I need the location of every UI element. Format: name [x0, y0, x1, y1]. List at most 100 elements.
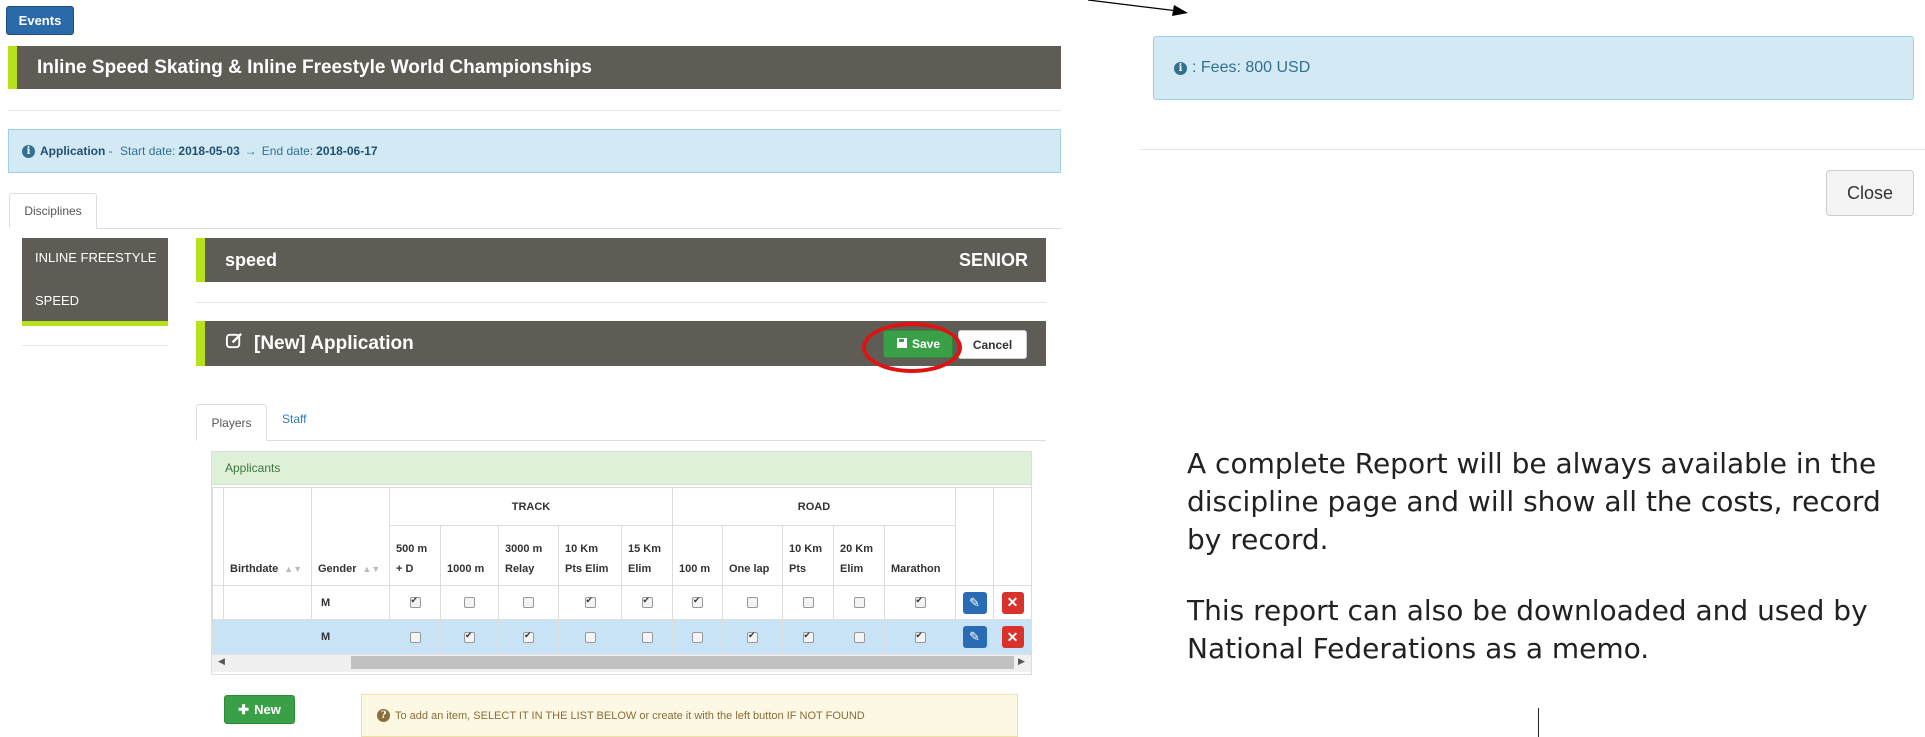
event-cell: [558, 619, 622, 655]
event-cell: [440, 619, 499, 655]
event-checkbox[interactable]: [409, 631, 421, 643]
table-row[interactable]: M ✎ ✕: [212, 619, 1032, 655]
column-gender[interactable]: Gender ▲▼: [311, 487, 390, 586]
event-cell: [722, 585, 783, 620]
pointer-line: [1538, 708, 1539, 737]
delete-cell: ✕: [993, 619, 1032, 655]
row-handle: [212, 619, 224, 655]
start-date: 2018-05-03: [178, 144, 240, 158]
tab-players[interactable]: Players: [196, 404, 267, 441]
event-checkbox[interactable]: [464, 597, 475, 609]
event-checkbox[interactable]: [802, 630, 814, 643]
end-date: 2018-06-17: [316, 144, 378, 158]
arrow-right-icon: →: [244, 144, 257, 158]
start-date-label: Start date:: [120, 144, 176, 158]
event-cell: [672, 619, 723, 655]
applicants-table: Birthdate ▲▼ Gender ▲▼ TRACK ROAD 500 m + D…: [212, 487, 1032, 655]
tab-staff[interactable]: Staff: [282, 412, 306, 426]
divider: [8, 110, 1061, 111]
end-date-label: End date:: [261, 144, 314, 158]
column-event: Marathon: [884, 525, 956, 586]
event-checkbox[interactable]: [853, 631, 865, 643]
birthdate-cell: [223, 585, 312, 620]
event-checkbox[interactable]: [802, 597, 814, 609]
event-cell: [558, 585, 622, 620]
delete-cell: ✕: [993, 585, 1032, 620]
event-checkbox[interactable]: [914, 595, 926, 609]
application-title: [New] Application: [254, 332, 414, 354]
discipline-header: speed SENIOR: [196, 238, 1046, 282]
event-checkbox[interactable]: [523, 630, 534, 643]
new-label: New: [254, 702, 281, 717]
event-cell: [440, 585, 499, 620]
event-checkbox[interactable]: [523, 597, 534, 609]
event-checkbox[interactable]: [692, 631, 703, 643]
pointer-arrow: [1088, 0, 1188, 16]
event-cell: [672, 585, 723, 620]
edit-row-button[interactable]: ✎: [962, 626, 987, 648]
event-cell: [884, 619, 956, 655]
close-icon: ✕: [1006, 628, 1019, 645]
cancel-button[interactable]: Cancel: [958, 330, 1027, 359]
scroll-left-icon[interactable]: ◀: [218, 656, 225, 667]
event-checkbox[interactable]: [464, 630, 475, 643]
column-event: 100 m: [672, 525, 723, 586]
event-checkbox[interactable]: [584, 631, 596, 643]
info-icon: i: [1174, 61, 1187, 75]
event-checkbox[interactable]: [584, 595, 596, 609]
event-checkbox[interactable]: [641, 631, 653, 643]
sidebar-item-speed[interactable]: SPEED: [35, 293, 79, 308]
column-birthdate[interactable]: Birthdate ▲▼: [223, 487, 312, 586]
tab-disciplines[interactable]: Disciplines: [9, 193, 97, 229]
column-event: 20 Km Elim: [833, 525, 885, 586]
event-cell: [833, 585, 885, 620]
separator: -: [105, 144, 117, 158]
table-row[interactable]: M ✎ ✕: [212, 585, 1032, 620]
close-icon: ✕: [1006, 594, 1019, 610]
scroll-right-icon[interactable]: ▶: [1018, 656, 1025, 667]
event-cell: [498, 585, 559, 620]
column-handle: [212, 487, 224, 586]
application-info: i Application - Start date: 2018-05-03 →…: [8, 129, 1061, 173]
event-cell: [884, 585, 956, 620]
event-cell: [621, 585, 673, 620]
event-checkbox[interactable]: [409, 595, 421, 609]
fees-text: : Fees: 800 USD: [1192, 59, 1311, 76]
event-cell: [833, 619, 885, 655]
annotation-download-text: This report can also be downloaded and u…: [1187, 594, 1868, 665]
divider: [196, 302, 1046, 303]
new-button[interactable]: ✚ New: [224, 695, 295, 724]
event-checkbox[interactable]: [747, 597, 758, 609]
event-cell: [389, 619, 441, 655]
modal-divider: [1140, 149, 1925, 150]
column-delete: [993, 487, 1032, 586]
column-event: 15 Km Elim: [621, 525, 673, 586]
delete-row-button[interactable]: ✕: [1001, 626, 1024, 648]
hint-text: To add an item, SELECT IT IN THE LIST BE…: [395, 709, 865, 722]
event-checkbox[interactable]: [692, 595, 703, 609]
event-checkbox[interactable]: [641, 595, 653, 609]
question-icon: ?: [377, 709, 390, 722]
applicants-panel-title: Applicants: [212, 452, 1031, 485]
birthdate-cell: [223, 619, 312, 655]
discipline-name: speed: [225, 249, 278, 270]
event-checkbox[interactable]: [914, 630, 926, 643]
event-cell: [782, 585, 834, 620]
delete-row-button[interactable]: ✕: [1001, 591, 1024, 614]
application-label: Application: [40, 144, 106, 158]
sidebar-divider: [22, 345, 168, 346]
column-event: 1000 m: [440, 525, 499, 586]
edit-row-button[interactable]: ✎: [962, 591, 987, 614]
edit-cell: ✎: [955, 619, 994, 655]
scrollbar-thumb[interactable]: [351, 656, 1014, 669]
gender-cell: M: [311, 619, 390, 655]
column-group-road: ROAD: [672, 487, 956, 526]
annotation-report-text: A complete Report will be always availab…: [1187, 447, 1881, 556]
column-event: 500 m + D: [389, 525, 441, 586]
info-icon: i: [22, 144, 35, 158]
event-checkbox[interactable]: [747, 630, 758, 643]
event-checkbox[interactable]: [853, 597, 865, 609]
events-button[interactable]: Events: [6, 6, 74, 35]
sidebar-item-inline-freestyle[interactable]: INLINE FREESTYLE: [35, 250, 156, 265]
close-button[interactable]: Close: [1826, 170, 1914, 216]
